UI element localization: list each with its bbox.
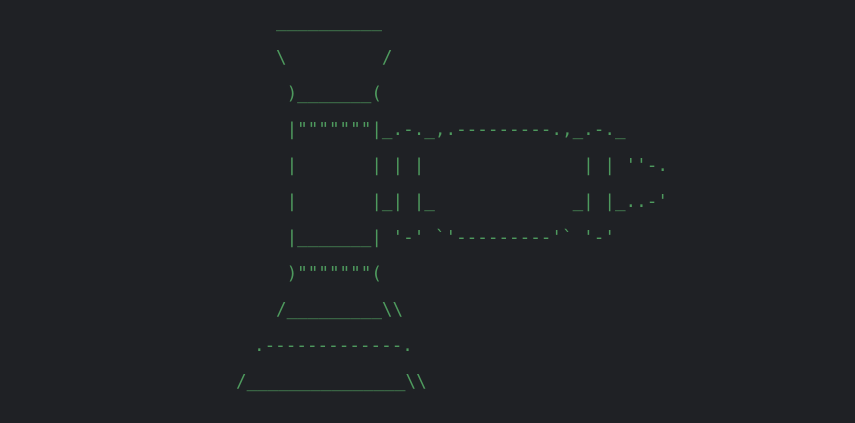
terminal-screen: __________ \ / )_______( |"""""""|_.-._,… [0,0,855,423]
ascii-line-5: | | | | | | ''-. [276,156,668,176]
ascii-gavel-art: __________ \ / )_______( |"""""""|_.-._,… [0,0,855,423]
ascii-line-10: .-------------. [254,336,413,356]
ascii-line-11: /_______________\\ [236,372,427,392]
ascii-line-1: __________ [276,12,382,32]
ascii-line-6: | |_| |_ _| |_..-' [276,192,668,212]
ascii-line-8: )"""""""( [276,264,382,284]
ascii-line-4: |"""""""|_.-._,.---------.,_.-._ [276,120,626,140]
ascii-line-2: \ / [276,48,393,68]
ascii-line-9: /_________\\ [276,300,404,320]
ascii-line-7: |_______| '-' `'---------'` '-' [276,228,615,248]
ascii-line-3: )_______( [276,84,382,104]
